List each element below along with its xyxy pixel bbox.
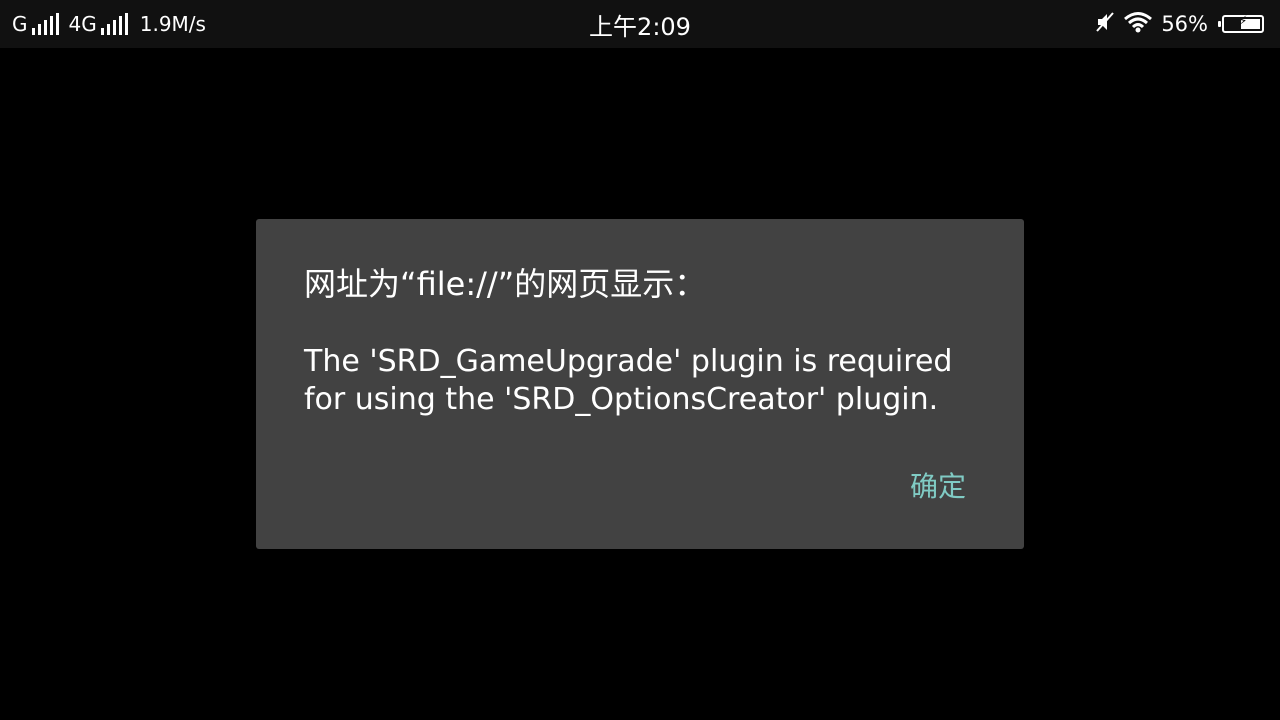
clock: 上午2:09 bbox=[589, 12, 691, 41]
sim2-network-label: 4G bbox=[68, 12, 97, 36]
sim1-signal-icon bbox=[31, 13, 59, 35]
wifi-icon bbox=[1123, 11, 1153, 38]
network-speed: 1.9M/s bbox=[139, 12, 206, 36]
status-bar-right: 56% ⚡ bbox=[1095, 0, 1264, 48]
status-bar: G 4G 1.9M/s 上午2:09 56% ⚡ bbox=[0, 0, 1280, 48]
ok-button[interactable]: 确定 bbox=[910, 465, 966, 505]
sim1-network-label: G bbox=[12, 12, 28, 36]
battery-percent: 56% bbox=[1161, 12, 1208, 36]
dialog-title: 网址为“file://”的网页显示： bbox=[304, 265, 707, 303]
sim2-signal-icon bbox=[100, 13, 128, 35]
charging-bolt-icon: ⚡ bbox=[1238, 14, 1248, 29]
battery-icon: ⚡ bbox=[1218, 14, 1264, 33]
alert-dialog: 网址为“file://”的网页显示： The 'SRD_GameUpgrade'… bbox=[256, 219, 1024, 549]
mute-icon bbox=[1095, 11, 1115, 38]
screen: G 4G 1.9M/s 上午2:09 56% ⚡ 网址为“file://”的网页… bbox=[0, 0, 1280, 720]
status-bar-left: G 4G 1.9M/s bbox=[12, 0, 206, 48]
dialog-message: The 'SRD_GameUpgrade' plugin is required… bbox=[304, 344, 953, 417]
